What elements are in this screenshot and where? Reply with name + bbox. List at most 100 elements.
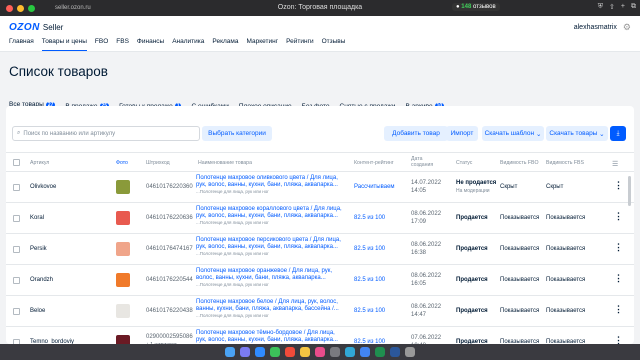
select-all-checkbox[interactable] [13,159,20,166]
fbs-visibility: Скрыт [546,184,564,190]
table-row[interactable]: Beloe 04610176220438 Полотенце махровое бе… [6,296,634,327]
tabs-icon[interactable]: ⧉ [631,3,636,11]
barcode: 04610176220636 [146,215,193,221]
product-name-link[interactable]: Полотенце махровое оливкового цвета / Дл… [196,175,346,195]
more-options-icon[interactable]: ⋮ [614,273,623,284]
select-categories-button[interactable]: Выбрать категории [202,126,272,141]
nav-ratings[interactable]: Рейтинги [286,38,314,51]
product-thumbnail[interactable] [116,242,130,256]
chevron-down-icon: ⌄ [599,130,605,138]
content-rating[interactable]: 82.5 из 100 [354,308,385,314]
col-rating[interactable]: Контент-рейтинг [354,160,394,166]
finder-icon[interactable] [225,347,235,357]
product-thumbnail[interactable] [116,211,130,225]
row-checkbox[interactable] [13,308,20,315]
nav-fbs[interactable]: FBS [116,38,129,51]
shield-icon[interactable]: ⛨ [598,3,603,11]
product-name-link[interactable]: Полотенце махровое кораллового цвета / Д… [196,206,346,226]
product-name-link[interactable]: Полотенце махровое тёмно-бордовое / Для … [196,330,346,344]
barcode: 02900002595086 [146,334,193,340]
table-row[interactable]: Orandzh 04610176220544 Полотенце махровое … [6,265,634,296]
chrome-icon[interactable] [360,347,370,357]
new-tab-icon[interactable]: + [621,3,625,11]
content-rating[interactable]: 82.5 из 100 [354,246,385,252]
calendar-icon[interactable] [285,347,295,357]
barcode: 04610176474167 [146,246,193,252]
main-nav: Главная Товары и цены FBO FBS Финансы Ан… [0,38,640,52]
more-options-icon[interactable]: ⋮ [614,304,623,315]
address-bar[interactable]: seller.ozon.ru [55,5,91,11]
product-thumbnail[interactable] [116,335,130,344]
row-checkbox[interactable] [13,184,20,191]
col-name[interactable]: Наименование товара [198,160,252,166]
nav-marketing[interactable]: Маркетинг [246,38,278,51]
import-button[interactable]: Импорт [446,126,478,141]
nav-reviews[interactable]: Отзывы [322,38,346,51]
created-date: 08.06.2022 [411,211,442,217]
close-window-icon[interactable] [6,4,13,12]
product-thumbnail[interactable] [116,180,130,194]
reviews-badge[interactable]: ● 148 отзывов [452,3,500,11]
product-thumbnail[interactable] [116,273,130,287]
fbs-visibility: Показывается [546,215,586,221]
macos-dock [0,344,640,360]
content-rating[interactable]: 82.5 из 100 [354,215,385,221]
product-category: ...Полотенце для лица, рук или ног [196,313,269,318]
download-icon[interactable]: ⤓ [610,126,626,141]
product-category: ...Полотенце для лица, рук или ног [196,282,269,287]
row-checkbox[interactable] [13,215,20,222]
nav-home[interactable]: Главная [9,38,34,51]
row-checkbox[interactable] [13,246,20,253]
nav-products[interactable]: Товары и цены [41,38,87,51]
more-options-icon[interactable]: ⋮ [614,335,623,344]
safari-icon[interactable] [255,347,265,357]
download-products-button[interactable]: Скачать товары ⌄ [546,126,608,141]
product-name-link[interactable]: Полотенце махровое персикового цвета / Д… [196,237,346,257]
table-row[interactable]: Koral 04610176220636 Полотенце махровое ко… [6,203,634,234]
maximize-window-icon[interactable] [28,4,35,12]
content-rating[interactable]: Рассчитываем [354,184,395,190]
music-icon[interactable] [315,347,325,357]
settings-sliders-icon[interactable]: ☰ [612,160,618,168]
col-sku[interactable]: Артикул [30,160,49,166]
scrollbar[interactable] [628,176,631,206]
settings-icon[interactable] [330,347,340,357]
gear-icon[interactable]: ⚙ [623,22,631,33]
more-options-icon[interactable]: ⋮ [614,211,623,222]
minimize-window-icon[interactable] [17,4,24,12]
table-row[interactable]: Olivkovoe 04610176220360 Полотенце махрово… [6,172,634,203]
fbs-visibility: Показывается [546,246,586,252]
telegram-icon[interactable] [345,347,355,357]
notes-icon[interactable] [300,347,310,357]
content-rating[interactable]: 82.5 из 100 [354,277,385,283]
more-options-icon[interactable]: ⋮ [614,242,623,253]
status-badge: Продается [456,277,488,283]
barcode: 04610176220544 [146,277,193,283]
share-icon[interactable]: ⇧ [609,3,615,11]
trash-icon[interactable] [405,347,415,357]
excel-icon[interactable] [375,347,385,357]
messages-icon[interactable] [270,347,280,357]
product-name-link[interactable]: Полотенце махровое оранжевое / Для лица,… [196,268,346,288]
product-thumbnail[interactable] [116,304,130,318]
add-product-button[interactable]: Добавить товар [384,126,448,141]
nav-finance[interactable]: Финансы [137,38,164,51]
nav-ads[interactable]: Реклама [212,38,238,51]
table-row[interactable]: Temno_bordoviy02900002595086+ 1 штрихкод… [6,327,634,344]
window-controls[interactable] [6,4,35,12]
account-name[interactable]: alexhasmatrix [574,24,617,31]
more-options-icon[interactable]: ⋮ [614,180,623,191]
nav-analytics[interactable]: Аналитика [172,38,204,51]
col-date[interactable]: Дата создания [411,156,439,168]
row-checkbox[interactable] [13,277,20,284]
search-input[interactable]: ⌕ Поиск по названию или артикулу [12,126,200,141]
download-template-button[interactable]: Скачать шаблон ⌄ [482,126,544,141]
fbo-visibility: Показывается [500,215,540,221]
launchpad-icon[interactable] [240,347,250,357]
product-name-link[interactable]: Полотенце махровое белое / Для лица, рук… [196,299,346,319]
table-row[interactable]: Persik 04610176474167 Полотенце махровое п… [6,234,634,265]
created-date: 08.06.2022 [411,304,442,310]
word-icon[interactable] [390,347,400,357]
nav-fbo[interactable]: FBO [95,38,108,51]
ozon-logo[interactable]: OZON [9,22,40,33]
